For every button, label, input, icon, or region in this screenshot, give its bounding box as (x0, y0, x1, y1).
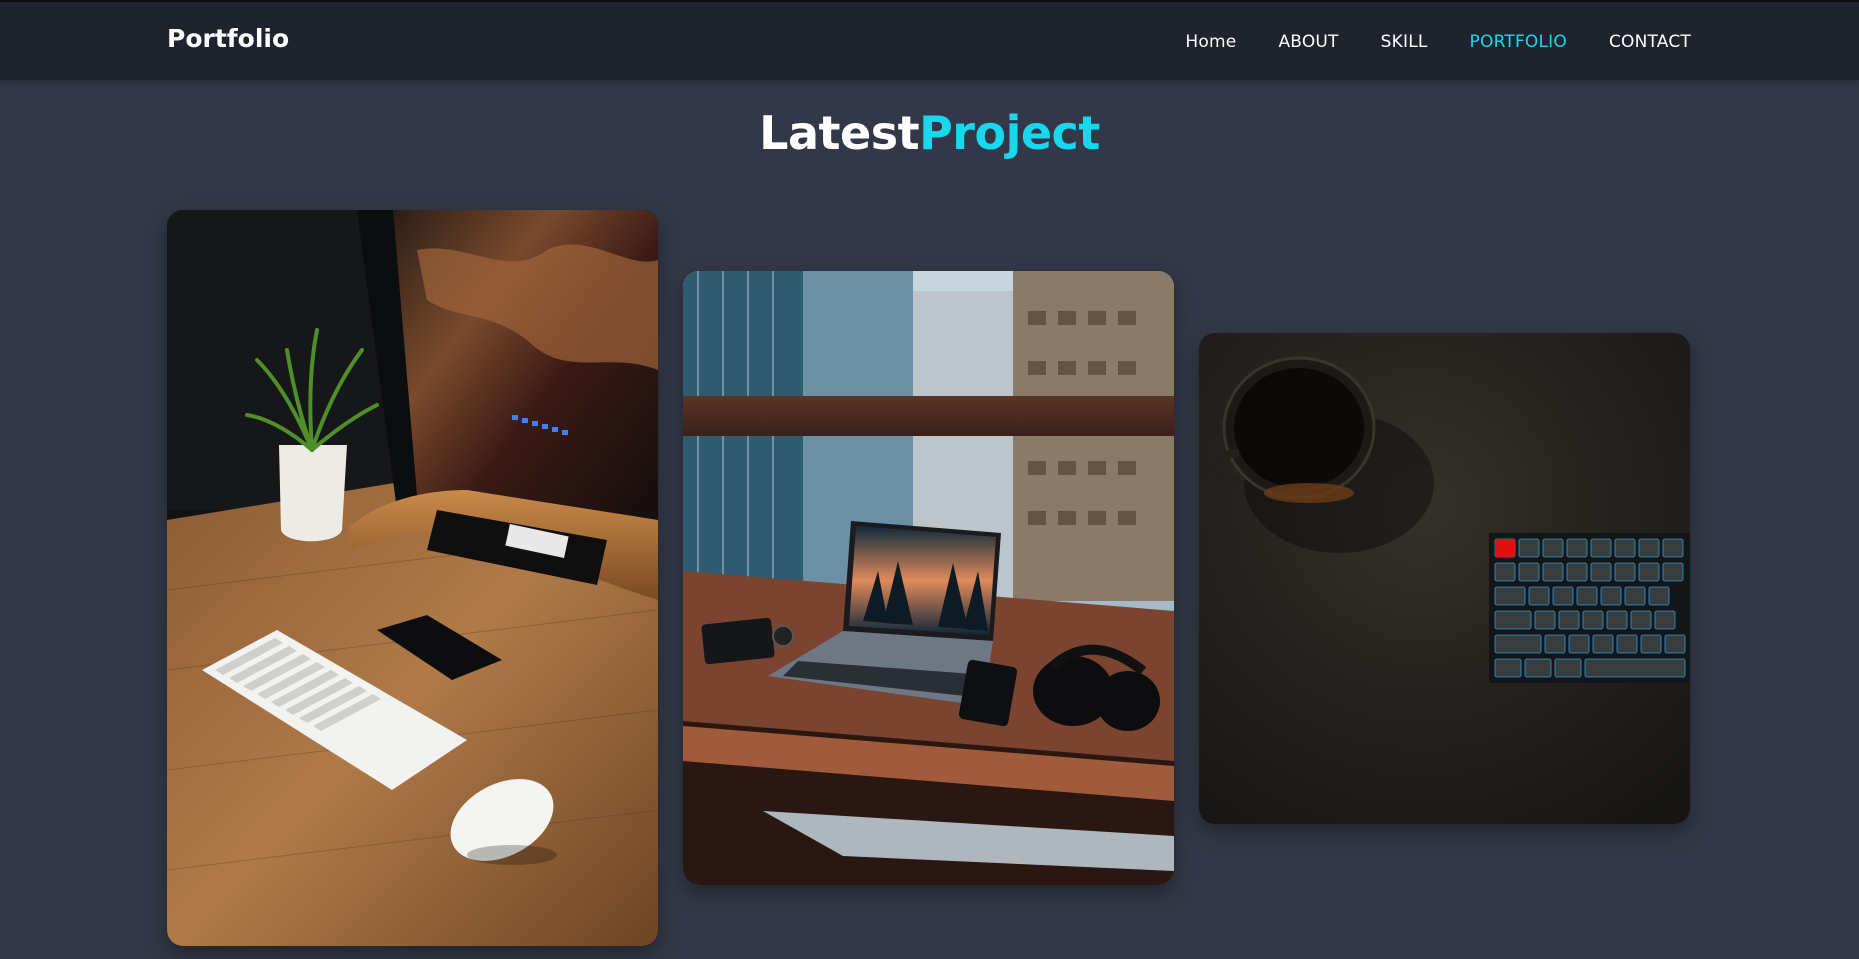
project-card-laptop-window[interactable] (683, 271, 1174, 885)
nav-links: Home ABOUT SKILL PORTFOLIO CONTACT (1185, 32, 1691, 52)
navbar: Portfolio Home ABOUT SKILL PORTFOLIO CON… (0, 0, 1859, 80)
section-title-project: Project (919, 106, 1100, 160)
nav-link-contact[interactable]: CONTACT (1609, 32, 1691, 52)
section-title-latest: Latest (759, 106, 920, 160)
laptop-window-image (683, 271, 1174, 885)
nav-link-portfolio[interactable]: PORTFOLIO (1470, 32, 1567, 52)
nav-link-about[interactable]: ABOUT (1278, 32, 1338, 52)
brand-logo[interactable]: Portfolio (167, 24, 289, 53)
desk-setup-image (167, 210, 658, 946)
project-card-coffee-keyboard[interactable] (1199, 333, 1690, 824)
nav-link-skill[interactable]: SKILL (1381, 32, 1428, 52)
coffee-keyboard-image (1199, 333, 1690, 824)
nav-link-home[interactable]: Home (1185, 32, 1236, 52)
section-title: LatestProject (0, 106, 1859, 160)
project-card-desk-setup[interactable] (167, 210, 658, 946)
